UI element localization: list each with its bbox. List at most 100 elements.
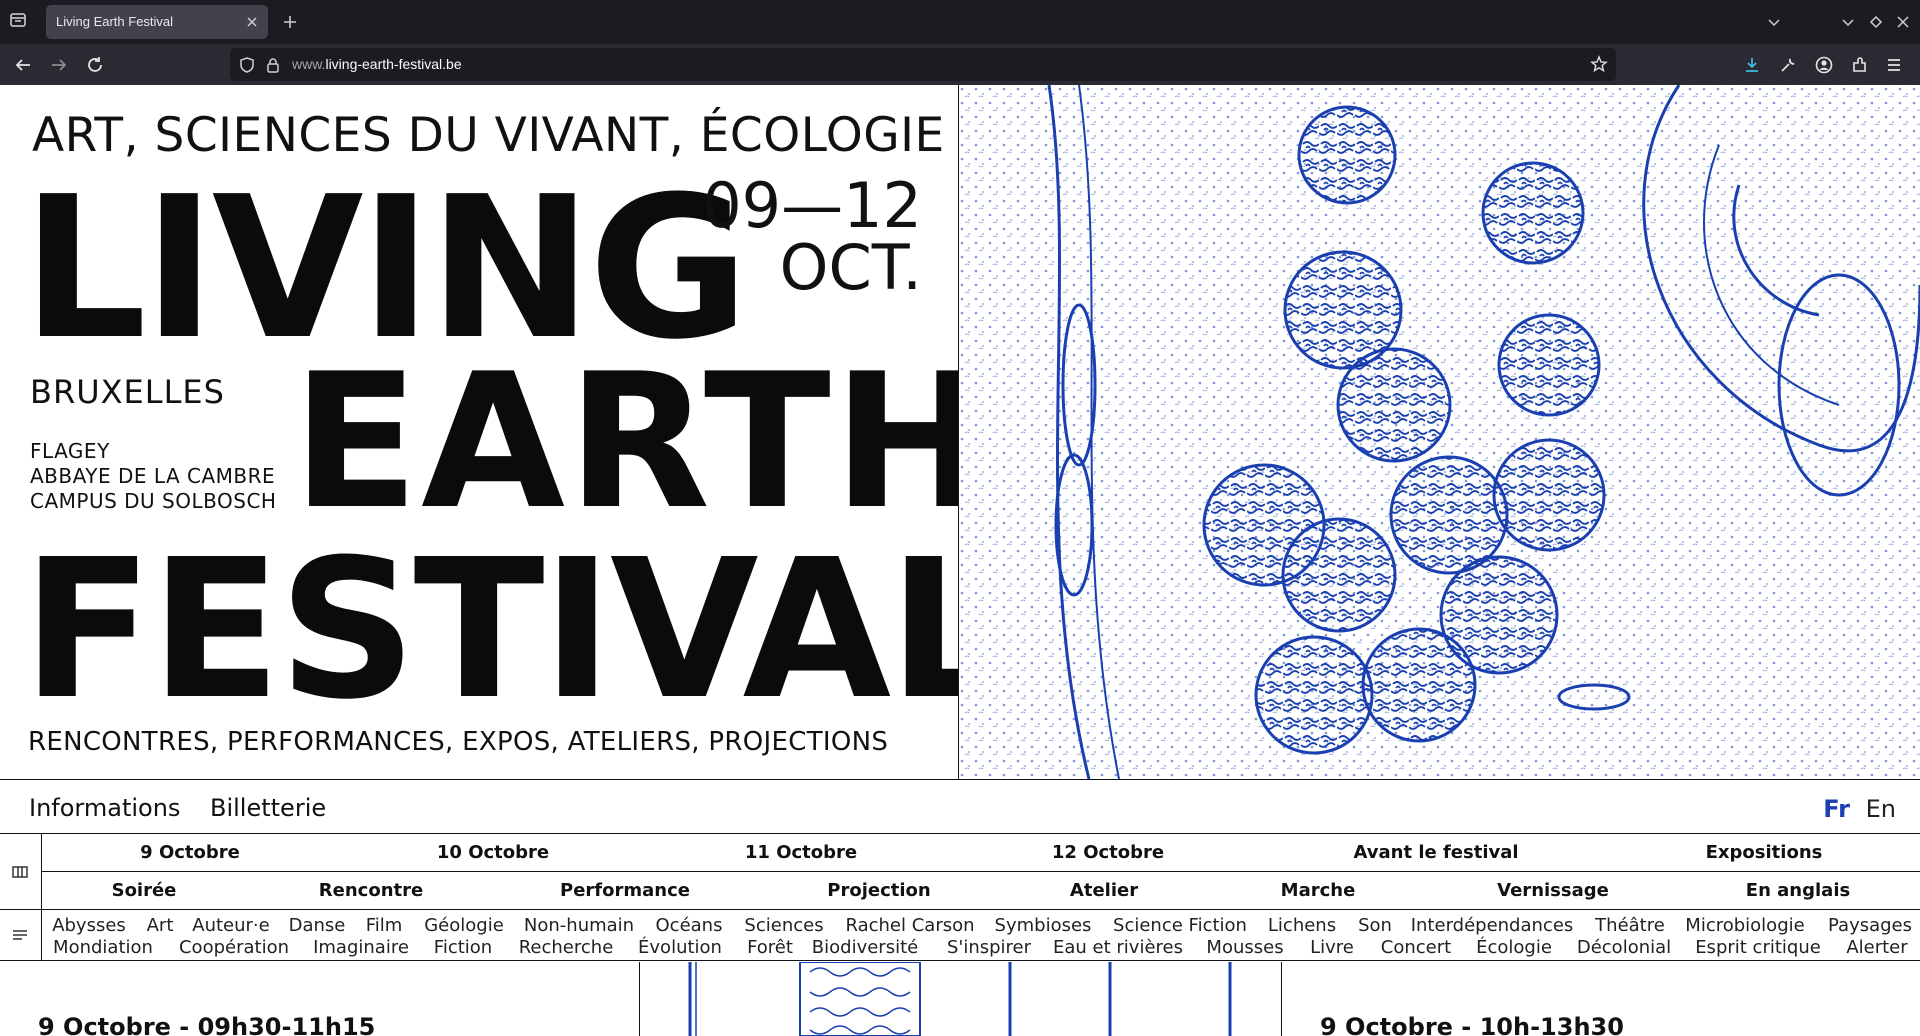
event-image (640, 962, 1281, 1036)
event-thumbnail[interactable] (639, 962, 1282, 1036)
calendar-filter-toggle[interactable] (0, 834, 42, 910)
microscopy-image (959, 85, 1920, 779)
reload-icon[interactable] (84, 54, 106, 76)
filter-rencontre[interactable]: Rencontre (319, 880, 423, 901)
url-domain: living-earth-festival.be (325, 56, 462, 72)
tag-item[interactable]: Science Fiction (1113, 915, 1247, 936)
tag-item[interactable]: Théâtre (1595, 915, 1665, 936)
tag-item[interactable]: Recherche (519, 937, 614, 958)
filter-marche[interactable]: Marche (1281, 880, 1356, 901)
url-text[interactable]: www.living-earth-festival.be (292, 56, 462, 72)
filter-atelier[interactable]: Atelier (1070, 880, 1138, 901)
dates-month: OCT. (779, 231, 922, 304)
wrench-icon[interactable] (1778, 55, 1798, 75)
menu-icon[interactable] (1884, 55, 1904, 75)
filter-soiree[interactable]: Soirée (112, 880, 177, 901)
filter-date-12[interactable]: 12 Octobre (1052, 842, 1164, 863)
tag-item[interactable]: Mousses (1206, 937, 1283, 958)
minimize-icon[interactable] (1838, 12, 1858, 32)
tag-item[interactable]: Écologie (1476, 937, 1552, 958)
forward-icon[interactable] (48, 54, 70, 76)
filter-before-festival[interactable]: Avant le festival (1353, 842, 1518, 863)
tag-item[interactable]: Son (1358, 915, 1392, 936)
title-earth: EARTH (292, 333, 959, 550)
site-navigation: Informations Billetterie Fr En (0, 779, 1920, 834)
filter-performance[interactable]: Performance (560, 880, 690, 901)
new-tab-icon[interactable] (280, 12, 300, 32)
url-bar[interactable]: www.living-earth-festival.be (230, 48, 1616, 81)
tag-item[interactable]: Alerter (1846, 937, 1907, 958)
tag-item[interactable]: Lichens (1268, 915, 1336, 936)
tag-item[interactable]: S'inspirer (947, 937, 1031, 958)
tag-item[interactable]: Microbiologie (1685, 915, 1804, 936)
tab-list-icon[interactable] (8, 10, 32, 34)
filter-date-9[interactable]: 9 Octobre (140, 842, 240, 863)
event-title[interactable]: 9 Octobre - 09h30-11h15 (38, 1013, 375, 1036)
bookmark-star-icon[interactable] (1590, 55, 1608, 73)
tag-item[interactable]: Auteur·e (192, 915, 269, 936)
extensions-icon[interactable] (1850, 55, 1870, 75)
tag-item[interactable]: Biodiversité (812, 937, 918, 958)
shield-icon[interactable] (238, 56, 256, 74)
tag-item[interactable]: Art (147, 915, 174, 936)
tag-item[interactable]: Symbioses (995, 915, 1092, 936)
tag-item[interactable]: Abysses (52, 915, 126, 936)
tag-item[interactable]: Livre (1310, 937, 1354, 958)
tag-item[interactable]: Océans (656, 915, 723, 936)
tab-title: Living Earth Festival (56, 14, 174, 29)
filter-exhibitions[interactable]: Expositions (1706, 842, 1823, 863)
language-en[interactable]: En (1866, 795, 1896, 823)
chevron-down-icon[interactable] (1764, 12, 1784, 32)
tag-item[interactable]: Décolonial (1577, 937, 1671, 958)
tag-item[interactable]: Eau et rivières (1053, 937, 1183, 958)
filter-projection[interactable]: Projection (827, 880, 930, 901)
tag-item[interactable]: Évolution (638, 937, 722, 958)
filter-vernissage[interactable]: Vernissage (1497, 880, 1609, 901)
tag-item[interactable]: Fiction (434, 937, 492, 958)
cell-illustration (959, 85, 1920, 779)
tag-item[interactable]: Rachel Carson (845, 915, 974, 936)
maximize-icon[interactable] (1866, 12, 1886, 32)
venue-flagey: FLAGEY (30, 439, 110, 463)
language-fr[interactable]: Fr (1823, 795, 1850, 823)
tag-item[interactable]: Concert (1381, 937, 1451, 958)
nav-billetterie[interactable]: Billetterie (210, 794, 326, 822)
close-icon[interactable] (244, 14, 260, 30)
filter-english[interactable]: En anglais (1746, 880, 1850, 901)
format-filters: Soirée Rencontre Performance Projection … (42, 872, 1920, 910)
account-icon[interactable] (1814, 55, 1834, 75)
active-tab[interactable]: Living Earth Festival (46, 5, 268, 39)
tag-item[interactable]: Paysages (1828, 915, 1912, 936)
lock-icon[interactable] (264, 56, 282, 74)
filter-date-10[interactable]: 10 Octobre (437, 842, 549, 863)
tag-filters: Abysses Art Auteur·e Danse Film Géologie… (42, 910, 1920, 961)
columns-icon (10, 862, 30, 882)
venue-abbaye: ABBAYE DE LA CAMBRE (30, 464, 276, 488)
nav-informations[interactable]: Informations (29, 794, 180, 822)
filter-date-11[interactable]: 11 Octobre (745, 842, 857, 863)
dates-range: 09—12 (702, 169, 922, 242)
tag-item[interactable]: Interdépendances (1411, 915, 1574, 936)
list-icon (10, 925, 30, 945)
activities-list: RENCONTRES, PERFORMANCES, EXPOS, ATELIER… (28, 727, 889, 757)
tag-item[interactable]: Mondiation (53, 937, 153, 958)
tag-item[interactable]: Imaginaire (313, 937, 409, 958)
tag-item[interactable]: Non-humain (524, 915, 634, 936)
tag-item[interactable]: Danse (289, 915, 346, 936)
tags-filter-toggle[interactable] (0, 910, 42, 961)
tag-item[interactable]: Géologie (424, 915, 504, 936)
tag-item[interactable]: Film (366, 915, 403, 936)
page-content: ART, SCIENCES DU VIVANT, ÉCOLOGIE LIVING… (0, 85, 1920, 1036)
back-icon[interactable] (12, 54, 34, 76)
window-close-icon[interactable] (1893, 12, 1913, 32)
title-festival: FESTIVAL (22, 519, 959, 742)
tag-item[interactable]: Esprit critique (1695, 937, 1821, 958)
city: BRUXELLES (30, 373, 225, 411)
tag-item[interactable]: Coopération (179, 937, 289, 958)
event-title[interactable]: 9 Octobre - 10h-13h30 (1320, 1013, 1624, 1036)
festival-dates: 09—12 OCT. (702, 175, 922, 299)
browser-tab-bar: Living Earth Festival (0, 0, 1920, 44)
tag-item[interactable]: Sciences (744, 915, 823, 936)
download-icon[interactable] (1742, 55, 1762, 75)
tag-item[interactable]: Forêt (747, 937, 793, 958)
